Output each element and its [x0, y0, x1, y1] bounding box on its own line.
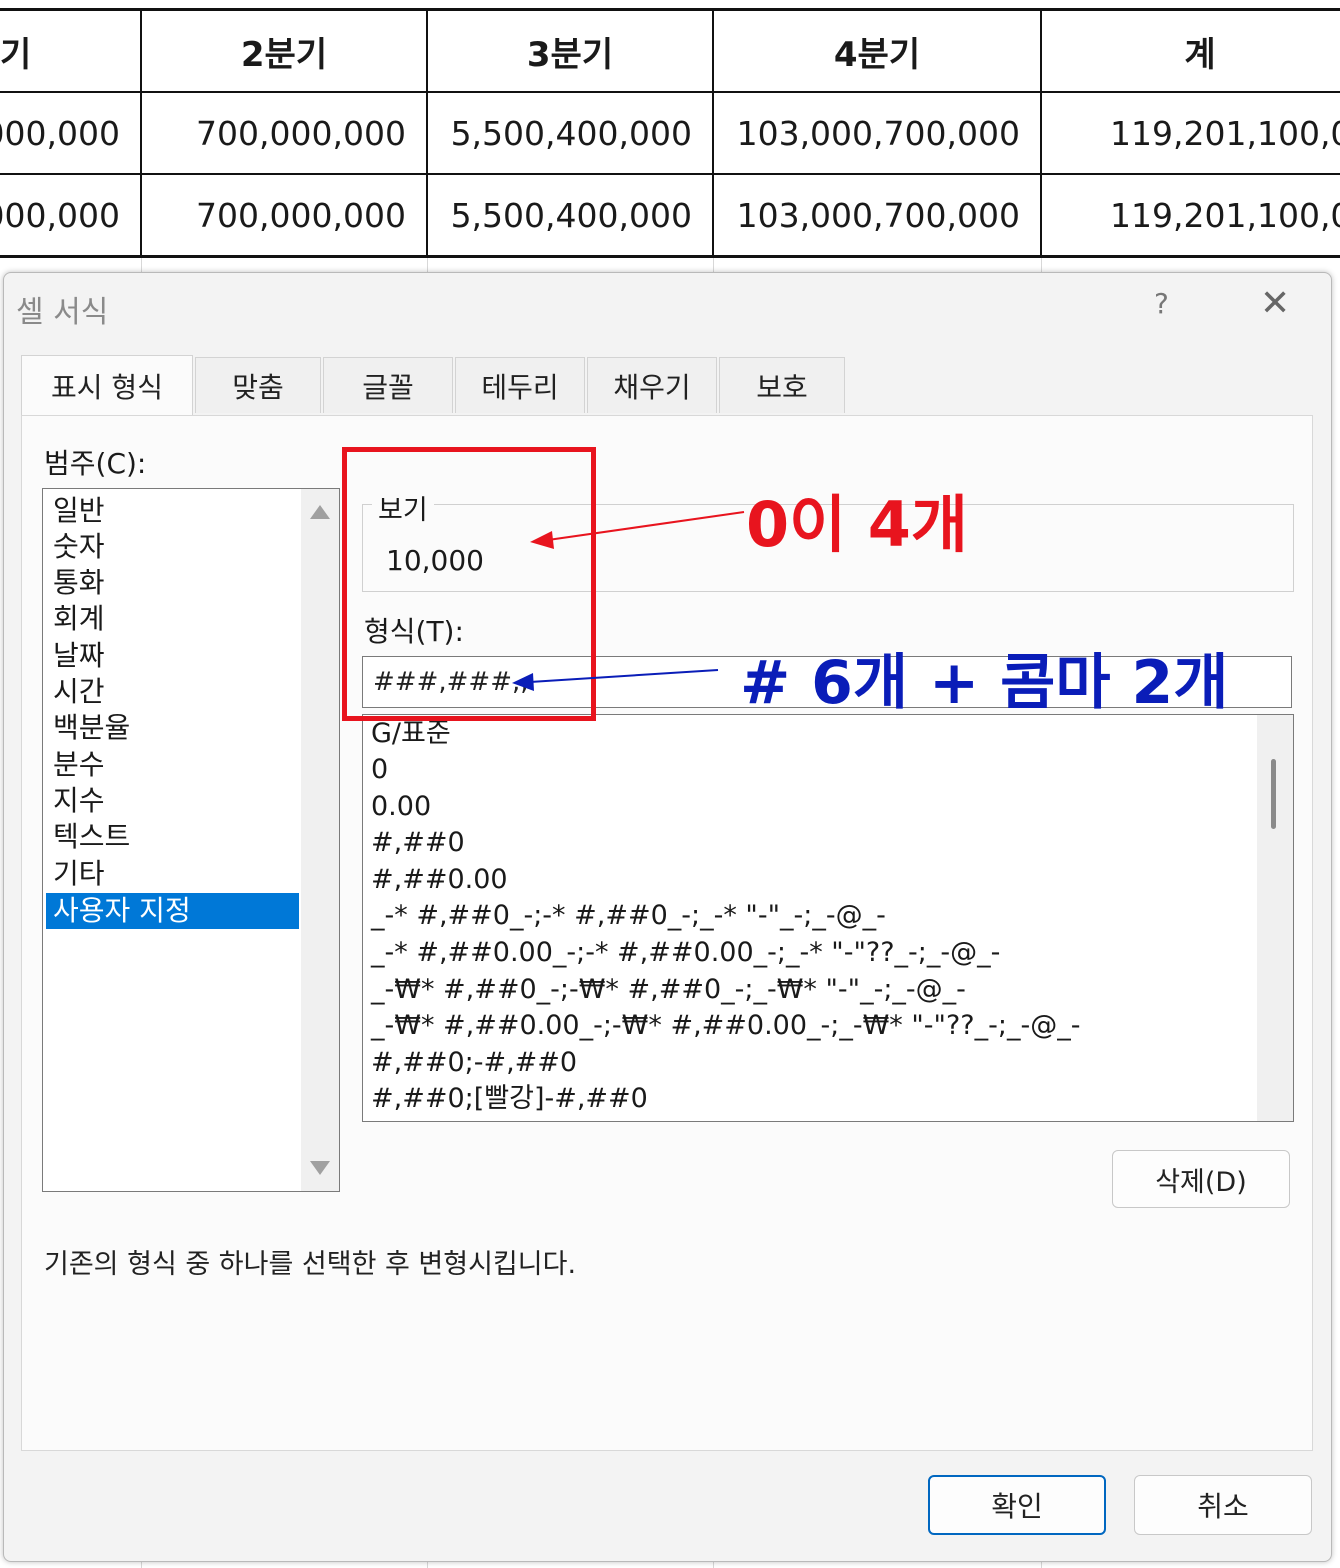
category-item[interactable]: 회계 [53, 601, 105, 637]
number-format-panel: 범주(C): 일반 숫자 통화 회계 날짜 시간 백분율 분수 지수 텍스트 기… [21, 415, 1313, 1451]
table-row: 000,000 700,000,000 5,500,400,000 103,00… [0, 91, 1340, 173]
table-cell[interactable]: 5,500,400,000 [428, 175, 714, 255]
dialog-title: 셀 서식 [16, 295, 109, 330]
category-item[interactable]: 기타 [53, 856, 105, 892]
ok-button[interactable]: 확인 [928, 1475, 1106, 1535]
scroll-down-icon[interactable] [310, 1161, 330, 1175]
category-scrollbar[interactable] [301, 489, 339, 1191]
category-item[interactable]: 백분율 [53, 710, 130, 746]
category-listbox[interactable]: 일반 숫자 통화 회계 날짜 시간 백분율 분수 지수 텍스트 기타 사용자 지… [42, 488, 340, 1192]
category-item[interactable]: 분수 [53, 747, 105, 783]
table-cell[interactable]: 119,201,100,00 [1042, 175, 1340, 255]
annotation-hash-comma: # 6개 + 콤마 2개 [740, 648, 1229, 718]
table-cell[interactable]: 5,500,400,000 [428, 93, 714, 173]
annotation-zero-count: 0이 4개 [746, 488, 968, 561]
tab-fill[interactable]: 채우기 [587, 357, 717, 413]
format-item[interactable]: 0 [371, 753, 388, 787]
cancel-button[interactable]: 취소 [1134, 1475, 1312, 1535]
category-item[interactable]: 지수 [53, 783, 105, 819]
table-header-row: 기 2분기 3분기 4분기 계 [0, 11, 1340, 91]
header-cell[interactable]: 3분기 [428, 11, 714, 91]
category-item[interactable]: 일반 [53, 493, 105, 529]
delete-button[interactable]: 삭제(D) [1112, 1150, 1290, 1208]
format-item[interactable]: #,##0;-#,##0 [371, 1046, 577, 1080]
tab-border[interactable]: 테두리 [455, 357, 585, 413]
scroll-up-icon[interactable] [310, 505, 330, 519]
category-item[interactable]: 시간 [53, 674, 105, 710]
format-scrollbar[interactable] [1257, 715, 1293, 1121]
description-text: 기존의 형식 중 하나를 선택한 후 변형시킵니다. [44, 1249, 577, 1280]
table-cell[interactable]: 103,000,700,000 [714, 93, 1042, 173]
format-item[interactable]: #,##0;[빨강]-#,##0 [371, 1082, 648, 1116]
format-item[interactable]: _-₩* #,##0.00_-;-₩* #,##0.00_-;_-₩* "-"?… [371, 1009, 1080, 1043]
table-row: 000,000 700,000,000 5,500,400,000 103,00… [0, 173, 1340, 255]
table-cell[interactable]: 000,000 [0, 175, 142, 255]
close-icon[interactable]: ✕ [1260, 283, 1290, 324]
category-item-selected[interactable]: 사용자 지정 [46, 893, 299, 929]
format-item[interactable]: #,##0.00 [371, 863, 508, 897]
format-item[interactable]: _-* #,##0.00_-;-* #,##0.00_-;_-* "-"??_-… [371, 936, 1000, 970]
tab-protection[interactable]: 보호 [719, 357, 845, 413]
table-cell[interactable]: 000,000 [0, 93, 142, 173]
tab-number-format[interactable]: 표시 형식 [21, 355, 193, 415]
table-cell[interactable]: 700,000,000 [142, 93, 428, 173]
quarterly-table: 기 2분기 3분기 4분기 계 000,000 700,000,000 5,50… [0, 8, 1340, 258]
tab-alignment[interactable]: 맞춤 [195, 357, 321, 413]
format-listbox[interactable]: G/표준 0 0.00 #,##0 #,##0.00 _-* #,##0_-;-… [362, 714, 1294, 1122]
tab-font[interactable]: 글꼴 [323, 357, 453, 413]
category-item[interactable]: 텍스트 [53, 819, 130, 855]
format-item[interactable]: G/표준 [371, 717, 451, 751]
table-cell[interactable]: 119,201,100,00 [1042, 93, 1340, 173]
format-cells-dialog: 셀 서식 ? ✕ 표시 형식 맞춤 글꼴 테두리 채우기 보호 범주(C): 일… [3, 272, 1332, 1562]
format-item[interactable]: #,##0 [371, 826, 465, 860]
format-item[interactable]: 0.00 [371, 790, 431, 824]
help-icon[interactable]: ? [1154, 287, 1169, 320]
dialog-tabs: 표시 형식 맞춤 글꼴 테두리 채우기 보호 [21, 355, 847, 415]
header-cell[interactable]: 4분기 [714, 11, 1042, 91]
category-item[interactable]: 날짜 [53, 638, 105, 674]
category-label: 범주(C): [44, 447, 147, 480]
category-item[interactable]: 통화 [53, 565, 105, 601]
category-item[interactable]: 숫자 [53, 529, 105, 565]
header-cell[interactable]: 2분기 [142, 11, 428, 91]
header-cell[interactable]: 계 [1042, 11, 1340, 91]
table-cell[interactable]: 700,000,000 [142, 175, 428, 255]
scroll-thumb[interactable] [1271, 759, 1276, 829]
highlight-box [342, 447, 596, 721]
header-cell[interactable]: 기 [0, 11, 142, 91]
format-item[interactable]: _-₩* #,##0_-;-₩* #,##0_-;_-₩* "-"_-;_-@_… [371, 973, 966, 1007]
format-item[interactable]: _-* #,##0_-;-* #,##0_-;_-* "-"_-;_-@_- [371, 899, 886, 933]
table-cell[interactable]: 103,000,700,000 [714, 175, 1042, 255]
